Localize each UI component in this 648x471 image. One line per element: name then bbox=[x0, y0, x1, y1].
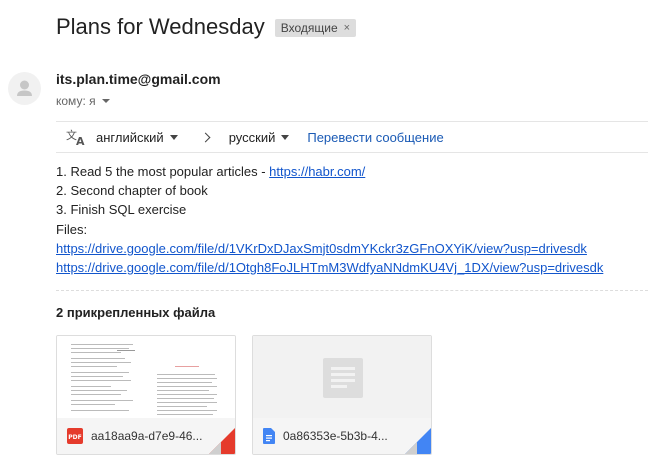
translate-icon: 文 A bbox=[66, 128, 85, 146]
inbox-label-chip[interactable]: Входящие × bbox=[274, 19, 357, 37]
recipients-row[interactable]: кому: я bbox=[56, 94, 110, 108]
doc-thumbnail bbox=[253, 336, 431, 420]
svg-text:PDF: PDF bbox=[68, 434, 81, 441]
attachment-filename: aa18aa9a-d7e9-46... bbox=[91, 429, 203, 443]
inbox-label-text: Входящие bbox=[280, 21, 338, 35]
chevron-down-icon bbox=[169, 134, 178, 140]
email-subject: Plans for Wednesday bbox=[56, 14, 265, 39]
body-line-1: 1. Read 5 the most popular articles - ht… bbox=[56, 162, 603, 181]
person-icon bbox=[17, 80, 32, 96]
email-subject-row: Plans for Wednesday Входящие × bbox=[56, 14, 357, 40]
target-language-label: русский bbox=[228, 129, 276, 145]
svg-text:A: A bbox=[76, 135, 85, 146]
habr-link[interactable]: https://habr.com/ bbox=[269, 164, 365, 179]
translate-bar: 文 A английский русский Перевести сообщен… bbox=[56, 121, 648, 153]
google-docs-icon bbox=[263, 428, 275, 444]
document-placeholder-icon bbox=[323, 358, 363, 398]
attachment-card-pdf[interactable]: PDF aa18aa9a-d7e9-46... bbox=[56, 335, 236, 455]
recipients-text: кому: я bbox=[56, 94, 96, 108]
source-language-label: английский bbox=[96, 129, 164, 145]
attachments-title: 2 прикрепленных файла bbox=[56, 305, 216, 320]
pdf-icon: PDF bbox=[67, 428, 83, 444]
body-line-3: 3. Finish SQL exercise bbox=[56, 202, 187, 218]
file-corner-shadow bbox=[405, 442, 417, 454]
drive-link-2[interactable]: https://drive.google.com/file/d/1Otgh8Fo… bbox=[56, 260, 603, 275]
body-line-4: Files: bbox=[56, 221, 88, 237]
file-corner-shadow bbox=[209, 442, 221, 454]
sender-email[interactable]: its.plan.time@gmail.com bbox=[56, 71, 221, 87]
arrow-right-icon bbox=[200, 132, 211, 142]
body-line-2: 2. Second chapter of book bbox=[56, 183, 208, 199]
drive-link-1[interactable]: https://drive.google.com/file/d/1VKrDxDJ… bbox=[56, 241, 587, 256]
translate-message-link[interactable]: Перевести сообщение bbox=[307, 130, 443, 145]
source-language-dropdown[interactable]: английский bbox=[96, 130, 178, 145]
body-line-1-text: 1. Read 5 the most popular articles - bbox=[56, 164, 270, 179]
target-language-dropdown[interactable]: русский bbox=[229, 130, 290, 145]
pdf-thumbnail bbox=[57, 336, 235, 420]
email-body: 1. Read 5 the most popular articles - ht… bbox=[56, 162, 603, 277]
chevron-down-icon bbox=[281, 134, 290, 140]
show-details-chevron-icon[interactable] bbox=[101, 99, 110, 103]
sender-avatar[interactable] bbox=[8, 72, 41, 105]
attachment-filename: 0a86353e-5b3b-4... bbox=[283, 429, 388, 443]
attachment-card-doc[interactable]: 0a86353e-5b3b-4... bbox=[252, 335, 432, 455]
attachments-divider bbox=[56, 290, 648, 291]
remove-label-icon[interactable]: × bbox=[344, 22, 350, 34]
